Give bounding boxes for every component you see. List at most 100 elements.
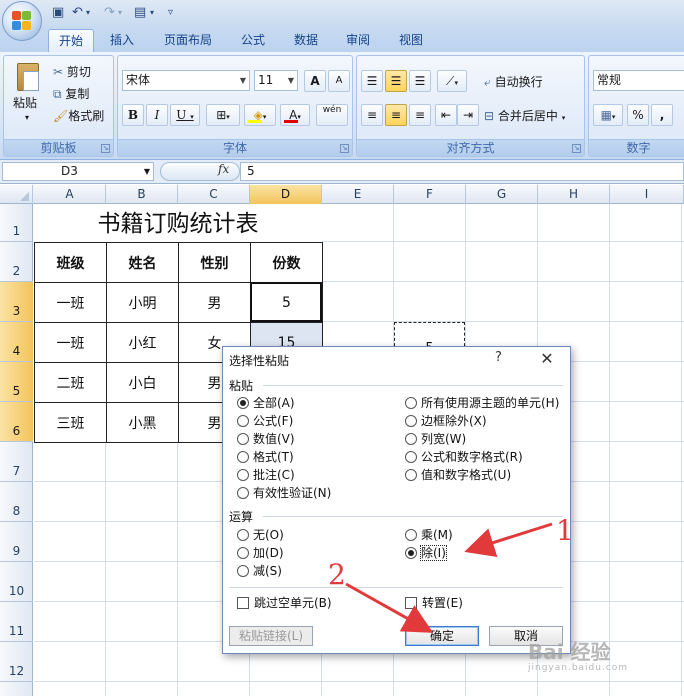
row-header-9[interactable]: 9 (0, 522, 33, 562)
tab-data[interactable]: 数据 (284, 29, 328, 52)
paste-option-formats[interactable]: 格式(T) (237, 449, 294, 465)
tab-page-layout[interactable]: 页面布局 (154, 29, 222, 52)
align-middle-button[interactable]: ☰ (385, 70, 407, 92)
column-header-g[interactable]: G (466, 185, 538, 204)
help-icon[interactable]: ? (495, 350, 502, 365)
paste-option-column-widths[interactable]: 列宽(W) (405, 431, 466, 447)
column-header-a[interactable]: A (34, 185, 106, 204)
header-cell-copies[interactable]: 份数 (250, 242, 323, 283)
copy-button[interactable]: ⧉ 复制 (52, 82, 110, 104)
alignment-launcher-icon[interactable]: ↘ (572, 144, 581, 153)
font-size-select[interactable]: 11 ▼ (254, 70, 298, 91)
tab-home[interactable]: 开始 (48, 29, 95, 52)
font-name-select[interactable]: 宋体 ▼ (122, 70, 250, 91)
cell-b5[interactable]: 小白 (106, 362, 179, 403)
font-launcher-icon[interactable]: ↘ (340, 144, 349, 153)
italic-button[interactable]: I (146, 104, 168, 126)
close-icon[interactable]: ✕ (533, 348, 561, 370)
save-icon[interactable]: ▣ (52, 4, 64, 22)
operation-divide[interactable]: 除(I) (405, 545, 447, 561)
paste-option-source-theme[interactable]: 所有使用源主题的单元(H) (405, 395, 559, 411)
operation-none[interactable]: 无(O) (237, 527, 284, 543)
column-header-h[interactable]: H (538, 185, 610, 204)
row-header-3[interactable]: 3 (0, 282, 33, 322)
paste-option-comments[interactable]: 批注(C) (237, 467, 295, 483)
paste-option-values[interactable]: 数值(V) (237, 431, 295, 447)
office-button[interactable] (2, 1, 42, 41)
fill-color-button[interactable]: ◈▾ (244, 104, 276, 126)
tab-insert[interactable]: 插入 (100, 29, 144, 52)
sheet-title-cell[interactable]: 书籍订购统计表 (34, 204, 322, 242)
format-painter-button[interactable]: 🖌格式刷 (52, 104, 114, 126)
customize-qat-icon[interactable]: ▿ (168, 4, 173, 22)
paste-option-validation[interactable]: 有效性验证(N) (237, 485, 331, 501)
align-right-button[interactable]: ≡ (409, 104, 431, 126)
print-preview-icon[interactable]: ▤ (134, 4, 146, 22)
redo-icon[interactable]: ↷ (104, 4, 115, 22)
cell-d3[interactable]: 5 (250, 282, 323, 323)
comma-button[interactable]: , (651, 104, 673, 126)
clipboard-launcher-icon[interactable]: ↘ (101, 144, 110, 153)
header-cell-class[interactable]: 班级 (34, 242, 107, 283)
paste-link-button[interactable]: 粘贴链接(L) (229, 626, 313, 646)
align-center-button[interactable]: ≡ (385, 104, 407, 126)
tab-review[interactable]: 审阅 (336, 29, 380, 52)
insert-function-icon[interactable]: fx (218, 162, 229, 176)
column-header-e[interactable]: E (322, 185, 394, 204)
align-top-button[interactable]: ☰ (361, 70, 383, 92)
row-header-8[interactable]: 8 (0, 482, 33, 522)
underline-button[interactable]: U ▾ (170, 104, 200, 126)
grow-font-button[interactable]: A (304, 70, 326, 92)
dialog-title-bar[interactable]: 选择性粘贴 ? ✕ (223, 347, 570, 373)
ok-button[interactable]: 确定 (405, 626, 479, 646)
merge-center-button[interactable]: ⊟ 合并后居中 ▾ (483, 104, 583, 126)
cell-b6[interactable]: 小黑 (106, 402, 179, 443)
operation-subtract[interactable]: 减(S) (237, 563, 282, 579)
cut-button[interactable]: ✂ 剪切 (52, 60, 110, 82)
row-header-7[interactable]: 7 (0, 442, 33, 482)
header-cell-gender[interactable]: 性别 (178, 242, 251, 283)
tab-formulas[interactable]: 公式 (231, 29, 275, 52)
paste-button[interactable]: 粘贴 ▾ (8, 60, 48, 132)
decrease-indent-button[interactable]: ⇤ (435, 104, 457, 126)
transpose-checkbox[interactable]: 转置(E) (405, 595, 463, 611)
header-cell-name[interactable]: 姓名 (106, 242, 179, 283)
name-box[interactable]: D3 ▼ (2, 162, 154, 181)
row-header-12[interactable]: 12 (0, 642, 33, 682)
number-format-select[interactable]: 常规 (593, 70, 684, 91)
column-header-b[interactable]: B (106, 185, 178, 204)
select-all-corner[interactable] (0, 185, 33, 204)
cell-a4[interactable]: 一班 (34, 322, 107, 363)
row-header-2[interactable]: 2 (0, 242, 33, 282)
row-header-1[interactable]: 1 (0, 204, 33, 242)
accounting-format-button[interactable]: ▦▾ (593, 104, 623, 126)
row-header-4[interactable]: 4 (0, 322, 33, 362)
bold-button[interactable]: B (122, 104, 144, 126)
cell-c3[interactable]: 男 (178, 282, 251, 323)
borders-button[interactable]: ⊞▾ (206, 104, 240, 126)
print-preview-dropdown-icon[interactable]: ▾ (150, 4, 154, 22)
paste-option-no-borders[interactable]: 边框除外(X) (405, 413, 487, 429)
row-header-6[interactable]: 6 (0, 402, 33, 442)
paste-option-formulas[interactable]: 公式(F) (237, 413, 293, 429)
phonetic-button[interactable]: wén (316, 104, 348, 126)
column-header-c[interactable]: C (178, 185, 250, 204)
cell-a3[interactable]: 一班 (34, 282, 107, 323)
align-bottom-button[interactable]: ☰ (409, 70, 431, 92)
shrink-font-button[interactable]: A (328, 70, 350, 92)
operation-add[interactable]: 加(D) (237, 545, 284, 561)
increase-indent-button[interactable]: ⇥ (457, 104, 479, 126)
skip-blanks-checkbox[interactable]: 跳过空单元(B) (237, 595, 332, 611)
paste-option-values-numbers[interactable]: 值和数字格式(U) (405, 467, 511, 483)
undo-dropdown-icon[interactable]: ▾ (86, 4, 90, 22)
paste-option-formulas-numbers[interactable]: 公式和数字格式(R) (405, 449, 523, 465)
wrap-text-button[interactable]: ⤶ 自动换行 (483, 70, 579, 92)
undo-icon[interactable]: ↶ (72, 4, 83, 22)
cell-a5[interactable]: 二班 (34, 362, 107, 403)
font-color-button[interactable]: A▾ (280, 104, 310, 126)
row-header-10[interactable]: 10 (0, 562, 33, 602)
cell-a6[interactable]: 三班 (34, 402, 107, 443)
cell-b3[interactable]: 小明 (106, 282, 179, 323)
paste-option-all[interactable]: 全部(A) (237, 395, 295, 411)
percent-button[interactable]: % (627, 104, 649, 126)
